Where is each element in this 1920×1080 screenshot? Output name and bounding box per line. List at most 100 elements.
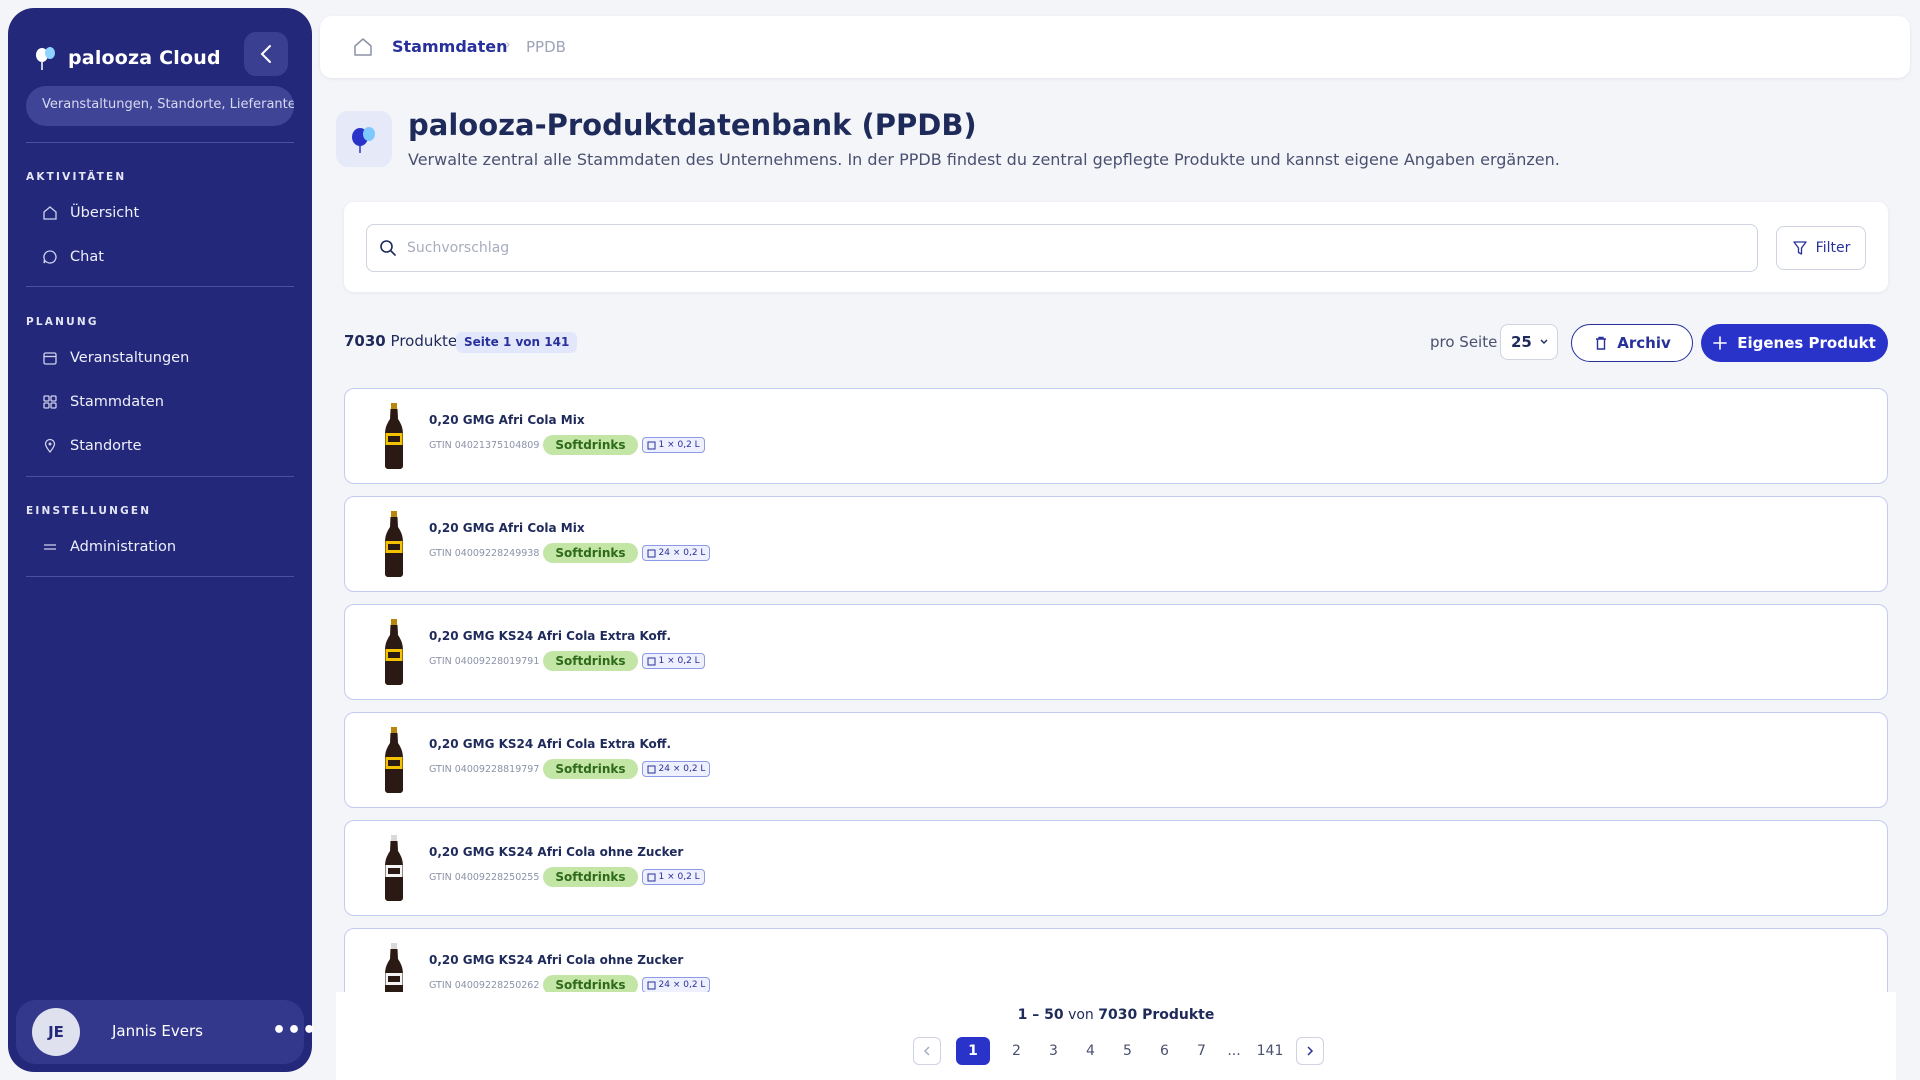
pack-size: 24 × 0,2 L [658, 764, 706, 774]
page-button-7[interactable]: 7 [1183, 1037, 1220, 1065]
pack-size: 1 × 0,2 L [658, 872, 700, 882]
product-name: 0,20 GMG Afri Cola Mix [429, 413, 585, 427]
product-count-value: 7030 [344, 332, 386, 350]
product-card[interactable]: 0,20 GMG KS24 Afri Cola ohne Zucker GTIN… [344, 820, 1888, 916]
grid-icon [43, 395, 57, 409]
product-gtin: GTIN 04009228250255 [429, 871, 540, 883]
product-meta: GTIN 04021375104809 Softdrinks 1 × 0,2 L [429, 435, 705, 455]
add-own-product-button[interactable]: Eigenes Produkt [1701, 324, 1888, 362]
sidebar-item-chat[interactable]: Chat [42, 242, 292, 272]
sidebar-item-uebersicht[interactable]: Übersicht [42, 198, 292, 228]
page-button-last[interactable]: 141 [1248, 1037, 1292, 1065]
product-name: 0,20 GMG KS24 Afri Cola Extra Koff. [429, 629, 672, 643]
sidebar-item-stammdaten[interactable]: Stammdaten [42, 387, 292, 417]
chevron-right-icon [1307, 1046, 1314, 1056]
brand[interactable]: palooza Cloud [34, 46, 221, 70]
divider [26, 476, 294, 477]
product-count-label: Produkte [390, 332, 458, 350]
product-card[interactable]: 0,20 GMG KS24 Afri Cola Extra Koff. GTIN… [344, 604, 1888, 700]
sidebar-search-input[interactable]: Veranstaltungen, Standorte, Lieferanten… [26, 86, 294, 126]
product-card[interactable]: 0,20 GMG Afri Cola Mix GTIN 040213751048… [344, 388, 1888, 484]
pack-badge: 1 × 0,2 L [641, 653, 705, 669]
search-input[interactable] [407, 235, 1737, 261]
collapse-sidebar-button[interactable] [244, 32, 288, 76]
product-gtin: GTIN 04009228819797 [429, 763, 540, 775]
sidebar-item-administration[interactable]: Administration [42, 532, 292, 562]
bottle-image-icon [385, 619, 403, 685]
section-label-planung: PLANUNG [26, 316, 99, 328]
user-card[interactable]: JE Jannis Evers ••• [16, 1000, 316, 1064]
sidebar-item-standorte[interactable]: Standorte [42, 431, 292, 461]
range-total: 7030 Produkte [1098, 1007, 1215, 1023]
pack-size: 24 × 0,2 L [658, 980, 706, 990]
pack-badge: 1 × 0,2 L [641, 437, 705, 453]
page-title: palooza-Produktdatenbank (PPDB) [408, 108, 977, 142]
sidebar-item-label: Administration [70, 539, 177, 555]
category-badge: Softdrinks [543, 651, 638, 671]
page-button-5[interactable]: 5 [1109, 1037, 1146, 1065]
page-button-4[interactable]: 4 [1072, 1037, 1109, 1065]
pack-size: 1 × 0,2 L [658, 440, 700, 450]
sidebar-item-label: Stammdaten [70, 394, 164, 410]
product-card[interactable]: 0,20 GMG Afri Cola Mix GTIN 040092282499… [344, 496, 1888, 592]
range-summary: 1 – 50 von 7030 Produkte [336, 1007, 1896, 1023]
product-name: 0,20 GMG KS24 Afri Cola Extra Koff. [429, 737, 672, 751]
more-options-button[interactable]: ••• [272, 1018, 317, 1043]
pack-size: 1 × 0,2 L [658, 656, 700, 666]
divider [26, 142, 294, 143]
per-page-select[interactable]: 25 [1500, 324, 1558, 360]
sidebar-item-label: Übersicht [70, 205, 140, 221]
ppdb-logo-icon [336, 111, 392, 167]
product-card[interactable]: 0,20 GMG KS24 Afri Cola ohne Zucker GTIN… [344, 928, 1888, 992]
divider [26, 286, 294, 287]
page-button-6[interactable]: 6 [1146, 1037, 1183, 1065]
pagination: 1 2 3 4 5 6 7 ... 141 [913, 1037, 1324, 1065]
chat-icon [43, 250, 57, 264]
product-card[interactable]: 0,20 GMG KS24 Afri Cola Extra Koff. GTIN… [344, 712, 1888, 808]
page-button-3[interactable]: 3 [1035, 1037, 1072, 1065]
brand-name: palooza Cloud [68, 47, 221, 69]
package-icon [647, 657, 656, 665]
pack-badge: 24 × 0,2 L [641, 761, 711, 777]
breadcrumb-stammdaten-link[interactable]: Stammdaten [392, 37, 507, 56]
pack-badge: 1 × 0,2 L [641, 869, 705, 885]
user-name: Jannis Evers [112, 1022, 203, 1040]
page-button-2[interactable]: 2 [998, 1037, 1035, 1065]
plus-icon [1713, 336, 1728, 350]
home-icon [43, 206, 57, 220]
pack-badge: 24 × 0,2 L [641, 545, 711, 561]
calendar-icon [43, 352, 57, 365]
filter-icon [1793, 241, 1807, 255]
product-meta: GTIN 04009228250255 Softdrinks 1 × 0,2 L [429, 867, 705, 887]
product-gtin: GTIN 04009228249938 [429, 547, 540, 559]
per-page-label: pro Seite [1430, 333, 1498, 351]
sidebar-item-label: Standorte [70, 438, 142, 454]
archive-button-label: Archiv [1617, 334, 1671, 352]
filter-button[interactable]: Filter [1776, 226, 1866, 270]
page-subtitle: Verwalte zentral alle Stammdaten des Unt… [408, 150, 1560, 169]
breadcrumb-separator: › [505, 37, 511, 53]
previous-page-button[interactable] [913, 1037, 941, 1065]
trash-icon [1596, 336, 1607, 350]
sidebar-item-veranstaltungen[interactable]: Veranstaltungen [42, 343, 292, 373]
breadcrumb-current: PPDB [526, 38, 566, 56]
page-button-1[interactable]: 1 [956, 1037, 990, 1065]
category-badge: Softdrinks [543, 543, 638, 563]
package-icon [647, 549, 656, 557]
next-page-button[interactable] [1296, 1037, 1324, 1065]
category-badge: Softdrinks [543, 759, 638, 779]
product-meta: GTIN 04009228249938 Softdrinks 24 × 0,2 … [429, 543, 711, 563]
product-list: 0,20 GMG Afri Cola Mix GTIN 040213751048… [336, 380, 1896, 992]
chevron-left-icon [260, 45, 271, 63]
filter-button-label: Filter [1815, 240, 1851, 256]
archive-button[interactable]: Archiv [1571, 324, 1693, 362]
product-meta: GTIN 04009228019791 Softdrinks 1 × 0,2 L [429, 651, 705, 671]
search-field[interactable] [366, 224, 1758, 272]
home-icon[interactable] [352, 36, 374, 62]
product-name: 0,20 GMG Afri Cola Mix [429, 521, 585, 535]
chevron-down-icon [1540, 339, 1548, 344]
section-label-aktivitaeten: AKTIVITÄTEN [26, 171, 127, 183]
avatar: JE [32, 1008, 80, 1056]
package-icon [647, 873, 656, 881]
location-pin-icon [44, 438, 56, 454]
